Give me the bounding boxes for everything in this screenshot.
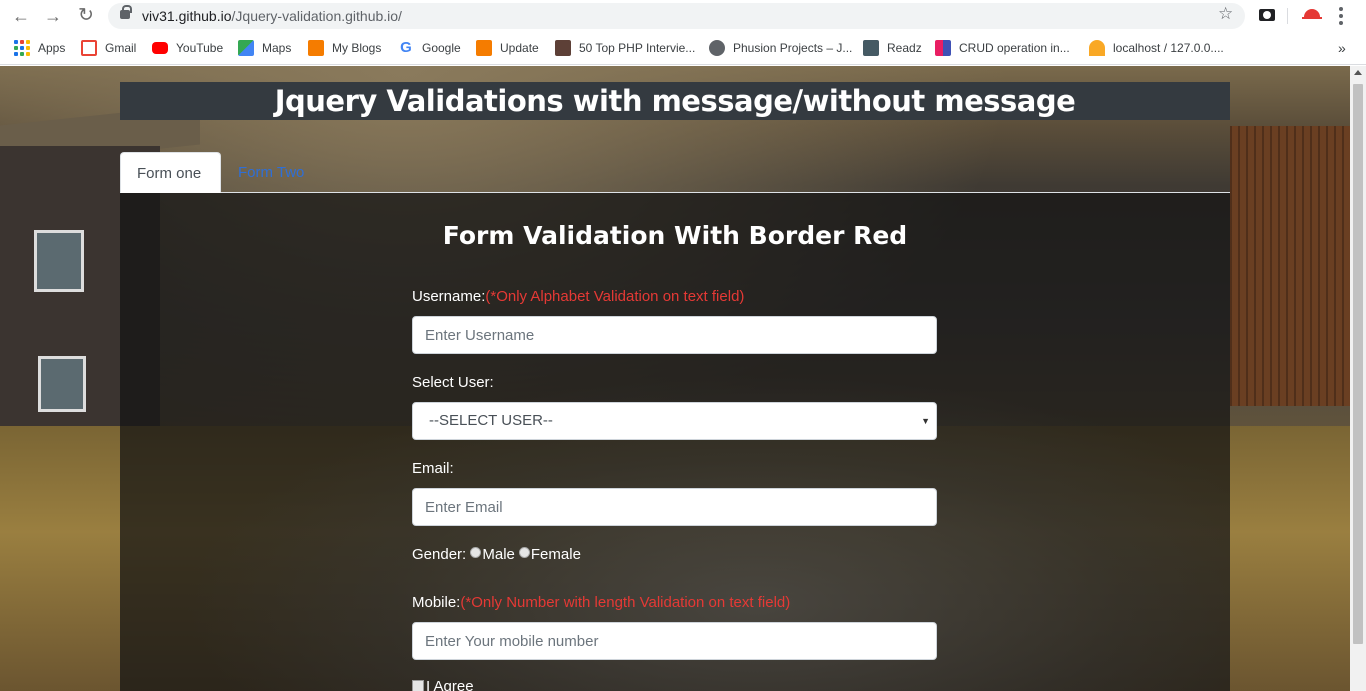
extension-icon[interactable]: [1302, 7, 1322, 21]
username-hint: (*Only Alphabet Validation on text field…: [485, 288, 745, 305]
agree-group: I Agree: [412, 678, 474, 691]
forward-arrow-icon[interactable]: →: [42, 5, 64, 27]
username-label-text: Username:: [412, 288, 486, 305]
bookmark-label: Google: [422, 41, 461, 55]
bookmark-label: CRUD operation in...: [959, 41, 1070, 55]
dropdown-caret-icon: ▼: [921, 416, 930, 426]
scrollbar-thumb[interactable]: [1353, 84, 1363, 644]
reload-icon[interactable]: ↻: [75, 5, 97, 27]
agree-label: I Agree: [426, 678, 474, 691]
form-tabs: Form one Form Two: [120, 152, 1230, 193]
url-host: viv31.github.io: [142, 8, 232, 24]
url-path: /Jquery-validation.github.io/: [231, 8, 402, 24]
address-bar[interactable]: viv31.github.io/Jquery-validation.github…: [108, 3, 1245, 29]
agree-checkbox[interactable]: [412, 680, 424, 691]
php-icon: [555, 40, 571, 56]
gender-female-radio[interactable]: [518, 547, 530, 558]
page-scrollbar[interactable]: [1350, 66, 1366, 691]
gender-label: Gender:: [412, 546, 467, 563]
maps-icon: [238, 40, 254, 56]
mobile-input[interactable]: [412, 622, 937, 660]
phpmyadmin-icon: [1089, 40, 1105, 56]
gender-group: Gender: Male Female: [412, 546, 581, 563]
browser-menu-icon[interactable]: [1339, 7, 1343, 25]
page-title: Jquery Validations with message/without …: [274, 84, 1076, 118]
mobile-label-text: Mobile:: [412, 594, 461, 611]
page-background: Jquery Validations with message/without …: [0, 66, 1350, 691]
bookmark-gmail[interactable]: Gmail: [81, 39, 136, 57]
bookmark-youtube[interactable]: YouTube: [152, 39, 223, 57]
bookmark-google[interactable]: G Google: [398, 39, 461, 57]
select-user-dropdown[interactable]: --SELECT USER-- ▼: [412, 402, 937, 440]
bookmark-readz[interactable]: Readz: [863, 39, 922, 57]
bookmark-label: 50 Top PHP Intervie...: [579, 41, 696, 55]
bookmarks-bar: Apps Gmail YouTube Maps My Blogs G Googl…: [0, 32, 1366, 65]
globe-icon: [709, 40, 725, 56]
bookmark-phusion[interactable]: Phusion Projects – J...: [709, 39, 852, 57]
bookmark-update[interactable]: Update: [476, 39, 539, 57]
browser-toolbar: ← → ↻ viv31.github.io/Jquery-validation.…: [0, 0, 1366, 32]
bookmark-maps[interactable]: Maps: [238, 39, 291, 57]
email-input[interactable]: [412, 488, 937, 526]
crud-icon: [935, 40, 951, 56]
gender-male-radio[interactable]: [470, 547, 482, 558]
header-banner: Jquery Validations with message/without …: [120, 82, 1230, 120]
youtube-icon: [152, 42, 168, 54]
bookmark-label: localhost / 127.0.0....: [1113, 41, 1224, 55]
bookmark-label: YouTube: [176, 41, 224, 55]
back-arrow-icon[interactable]: ←: [10, 5, 32, 27]
background-window: [34, 230, 84, 292]
bookmark-label: Gmail: [105, 41, 137, 55]
blogger-icon: [476, 40, 492, 56]
bookmark-apps[interactable]: Apps: [14, 39, 65, 57]
google-icon: G: [398, 40, 414, 56]
toolbar-separator: [1287, 8, 1288, 24]
camera-icon[interactable]: [1259, 9, 1275, 21]
select-user-label: Select User:: [412, 374, 494, 391]
username-input[interactable]: [412, 316, 937, 354]
blogger-icon: [308, 40, 324, 56]
scroll-up-icon[interactable]: [1354, 70, 1362, 75]
readz-icon: [863, 40, 879, 56]
bookmark-php-interview[interactable]: 50 Top PHP Intervie...: [555, 39, 695, 57]
gmail-icon: [81, 40, 97, 56]
apps-grid-icon: [14, 40, 30, 56]
bookmark-crud[interactable]: CRUD operation in...: [935, 39, 1070, 57]
bookmark-my-blogs[interactable]: My Blogs: [308, 39, 381, 57]
form-panel: Form Validation With Border Red Username…: [120, 193, 1230, 691]
bookmark-label: Readz: [887, 41, 922, 55]
bookmark-label: Update: [500, 41, 539, 55]
mobile-label: Mobile:(*Only Number with length Validat…: [412, 594, 790, 611]
bookmark-star-icon[interactable]: ☆: [1218, 4, 1233, 24]
bookmark-label: Maps: [262, 41, 292, 55]
email-label: Email:: [412, 460, 454, 477]
mobile-hint: (*Only Number with length Validation on …: [460, 594, 791, 611]
bookmark-label: My Blogs: [332, 41, 382, 55]
form-title: Form Validation With Border Red: [442, 221, 908, 250]
url-text[interactable]: viv31.github.io/Jquery-validation.github…: [142, 8, 402, 24]
bookmark-label: Apps: [38, 41, 66, 55]
gender-male-label: Male: [482, 546, 515, 563]
bookmark-localhost[interactable]: localhost / 127.0.0....: [1089, 39, 1224, 57]
username-label: Username:(*Only Alphabet Validation on t…: [412, 288, 744, 305]
bookmark-label: Phusion Projects – J...: [733, 41, 853, 55]
select-user-value: --SELECT USER--: [429, 412, 553, 429]
gender-female-label: Female: [530, 546, 581, 563]
background-window: [38, 356, 86, 412]
bookmarks-overflow-icon[interactable]: »: [1338, 40, 1346, 56]
lock-icon: [120, 5, 132, 19]
background-house-right: [1230, 126, 1350, 406]
tab-form-one[interactable]: Form one: [120, 152, 221, 193]
tab-form-two[interactable]: Form Two: [222, 152, 320, 193]
